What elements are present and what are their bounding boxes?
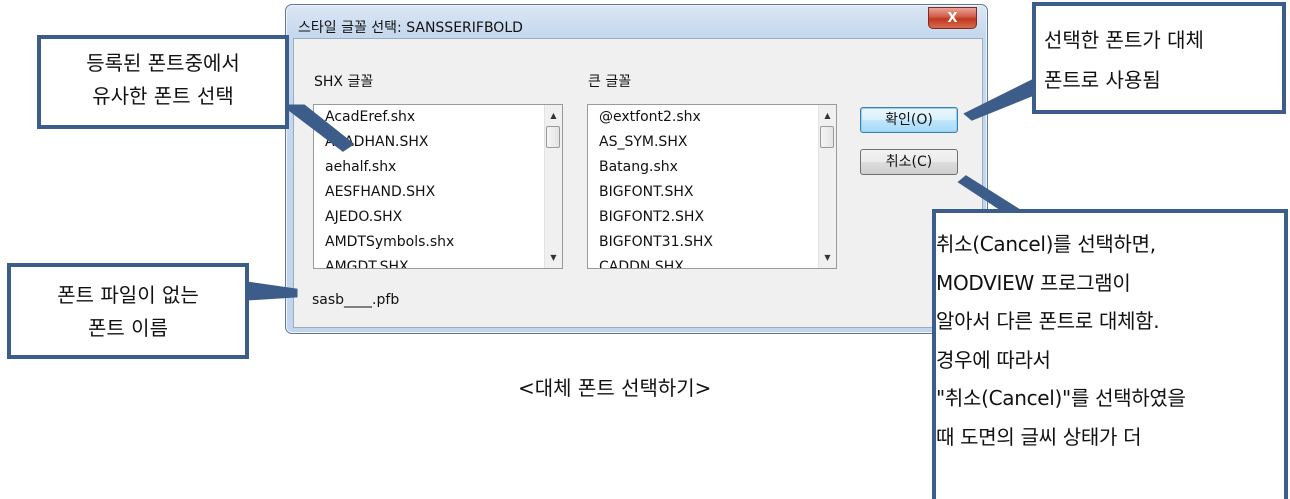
big-list-scrollbar[interactable]: ▲ ▼ [818,105,836,268]
callout-similar-font: 등록된 폰트중에서 유사한 폰트 선택 [37,35,289,129]
callout-cancel-note: 취소(Cancel)를 선택하면, MODVIEW 프로그램이 알아서 다른 폰… [932,209,1288,499]
scroll-thumb[interactable] [820,126,834,148]
dialog-title: 스타일 글꼴 선택: SANSSERIFBOLD [298,20,523,36]
list-item[interactable]: AMDTSymbols.shx [325,230,562,255]
callout-line: 폰트로 사용됨 [1044,68,1161,92]
scroll-up-icon[interactable]: ▲ [819,107,836,124]
list-item[interactable]: ACADHAN.SHX [325,130,562,155]
callout-line: "취소(Cancel)"를 선택하였을 [936,386,1186,410]
callout-line: 알아서 다른 폰트로 대체함. [936,309,1160,333]
close-icon: X [947,10,958,26]
cancel-button[interactable]: 취소(C) [860,149,958,175]
list-item[interactable]: aehalf.shx [325,155,562,180]
list-item[interactable]: AcadEref.shx [325,105,562,130]
callout-line: 경우에 따라서 [936,347,1051,372]
shx-font-label: SHX 글꼴 [314,74,374,90]
callout-missing-font-name: 폰트 파일이 없는 폰트 이름 [7,263,249,359]
close-button[interactable]: X [928,7,977,29]
big-font-label: 큰 글꼴 [588,74,632,90]
callout-line: 폰트 파일이 없는 [57,283,199,307]
list-item[interactable]: CADDN.SHX [599,255,836,268]
missing-font-filename: sasb____.pfb [312,292,400,308]
callout-line: 폰트 이름 [88,316,168,340]
callout-line: 유사한 폰트 선택 [92,84,234,108]
list-item[interactable]: BIGFONT2.SHX [599,205,836,230]
scroll-down-icon[interactable]: ▼ [819,249,836,266]
scroll-thumb[interactable] [546,126,560,148]
callout-replacement-used: 선택한 폰트가 대체 폰트로 사용됨 [1032,2,1286,114]
list-item[interactable]: AMGDT.SHX [325,255,562,268]
list-item[interactable]: AJEDO.SHX [325,205,562,230]
list-item[interactable]: AS_SYM.SHX [599,130,836,155]
callout-line: 선택한 폰트가 대체 [1044,28,1204,52]
callout-line: 때 도면의 글씨 상태가 더 [936,424,1142,449]
list-item[interactable]: AESFHAND.SHX [325,180,562,205]
callout-line: 취소(Cancel)를 선택하면, [936,232,1156,256]
list-item[interactable]: Batang.shx [599,155,836,180]
callout-line: MODVIEW 프로그램이 [936,270,1131,295]
scroll-down-icon[interactable]: ▼ [545,249,562,266]
dialog-client-area: SHX 글꼴 큰 글꼴 AcadEref.shx ACADHAN.SHX aeh… [293,38,983,328]
list-item[interactable]: @extfont2.shx [599,105,836,130]
ok-button[interactable]: 확인(O) [860,107,958,133]
font-selection-dialog: 스타일 글꼴 선택: SANSSERIFBOLD X SHX 글꼴 큰 글꼴 A… [285,4,988,334]
scroll-up-icon[interactable]: ▲ [545,107,562,124]
list-item[interactable]: BIGFONT.SHX [599,180,836,205]
figure-caption: <대체 폰트 선택하기> [518,376,712,400]
callout-line: 등록된 폰트중에서 [86,51,240,75]
big-font-list[interactable]: @extfont2.shx AS_SYM.SHX Batang.shx BIGF… [587,104,837,269]
shx-list-scrollbar[interactable]: ▲ ▼ [544,105,562,268]
list-item[interactable]: BIGFONT31.SHX [599,230,836,255]
shx-font-list[interactable]: AcadEref.shx ACADHAN.SHX aehalf.shx AESF… [313,104,563,269]
